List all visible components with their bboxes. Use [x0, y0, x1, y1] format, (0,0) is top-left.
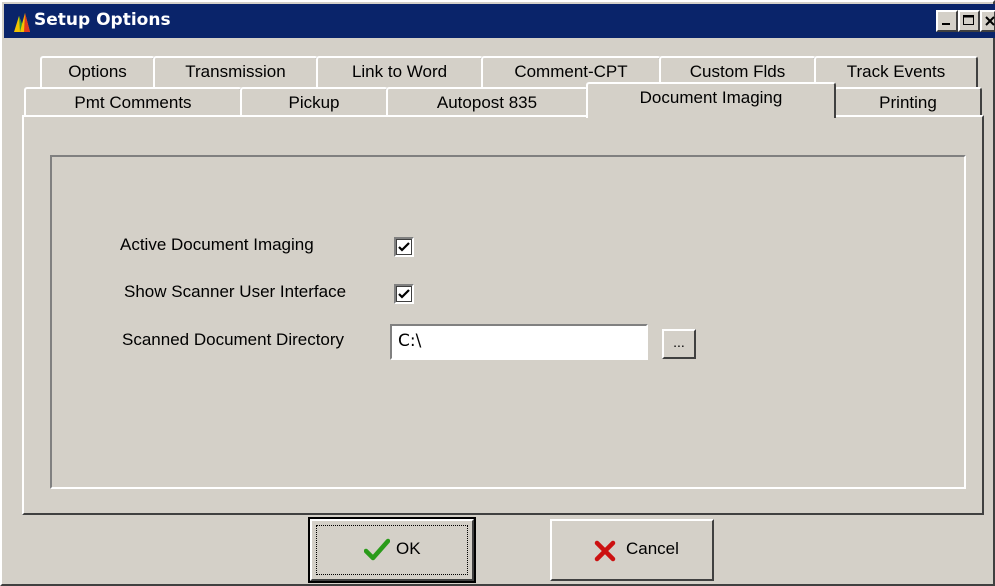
tab-options[interactable]: Options	[40, 56, 155, 88]
ok-label: OK	[396, 539, 421, 558]
imaging-settings-group: Active Document Imaging Show Scanner Use…	[50, 155, 966, 489]
minimize-icon	[942, 23, 950, 25]
title-bar[interactable]: Setup Options	[4, 4, 995, 38]
tab-track-events[interactable]: Track Events	[814, 56, 978, 88]
tab-document-imaging[interactable]: Document Imaging	[586, 82, 836, 118]
cancel-button[interactable]: Cancel	[550, 519, 714, 581]
app-logo-icon	[10, 10, 34, 34]
active-imaging-label: Active Document Imaging	[120, 235, 314, 254]
document-imaging-panel: Active Document Imaging Show Scanner Use…	[22, 115, 984, 515]
active-imaging-checkbox[interactable]	[394, 237, 414, 257]
close-button[interactable]	[980, 10, 995, 32]
directory-input[interactable]: C:\	[390, 324, 648, 360]
focus-rectangle	[316, 525, 468, 575]
setup-options-window: Setup Options Options Transmission Link …	[0, 0, 995, 586]
directory-label: Scanned Document Directory	[122, 330, 345, 349]
ok-button[interactable]: OK	[308, 517, 476, 583]
tab-transmission[interactable]: Transmission	[153, 56, 318, 88]
browse-button[interactable]: ...	[662, 329, 696, 359]
green-checkmark-icon	[363, 538, 391, 567]
tab-link-to-word[interactable]: Link to Word	[316, 56, 483, 88]
cancel-label: Cancel	[626, 539, 679, 558]
maximize-button[interactable]	[958, 10, 980, 32]
red-x-icon	[594, 540, 616, 567]
close-icon	[985, 16, 995, 26]
window-title: Setup Options	[34, 10, 171, 30]
minimize-button[interactable]	[936, 10, 958, 32]
checkmark-icon	[398, 289, 410, 299]
checkmark-icon	[398, 242, 410, 252]
show-scanner-label: Show Scanner User Interface	[124, 282, 347, 301]
maximize-icon	[963, 15, 974, 25]
show-scanner-checkbox[interactable]	[394, 284, 414, 304]
